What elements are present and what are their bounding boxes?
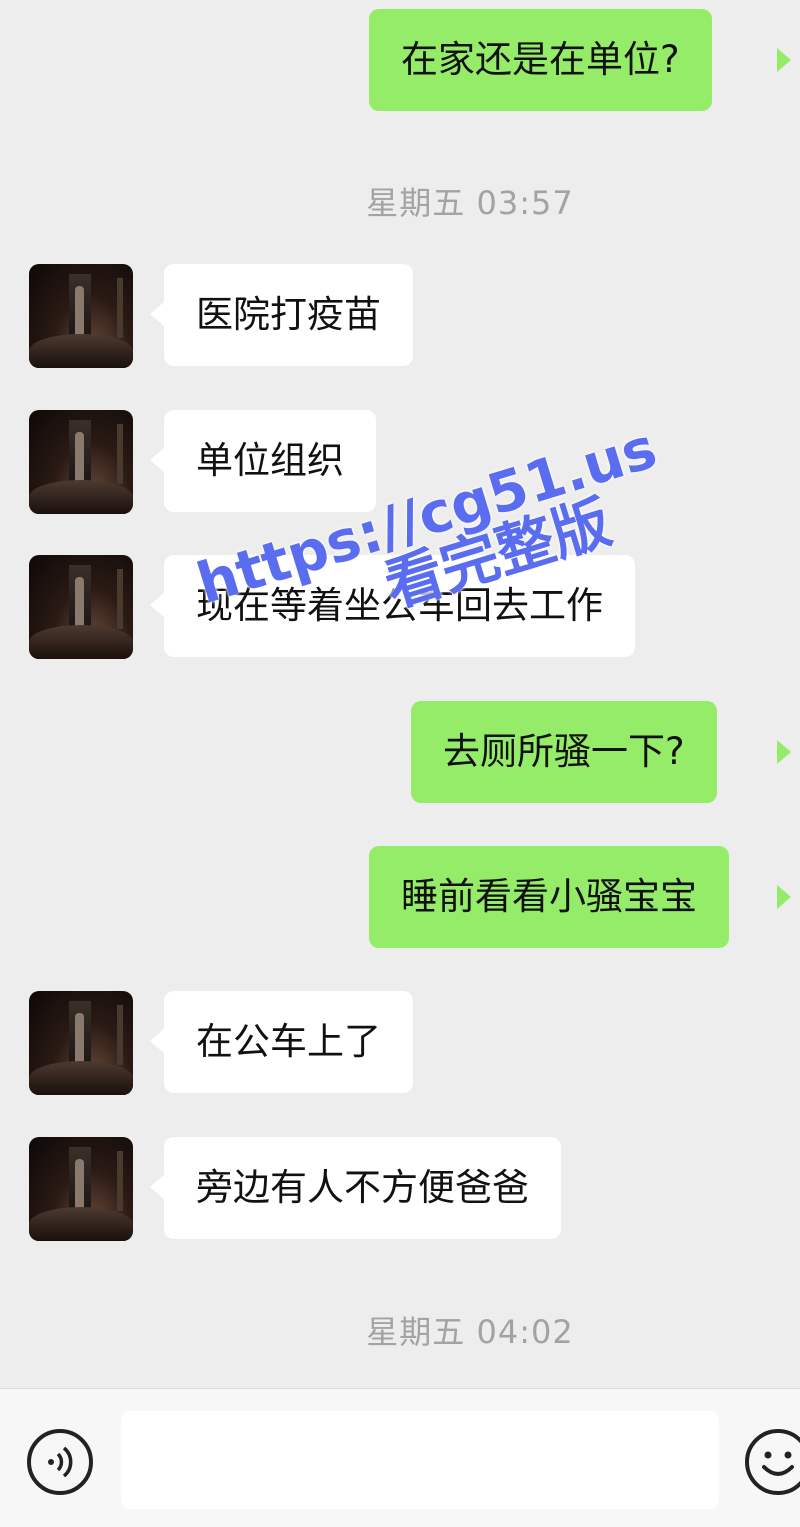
timestamp: 星期五 03:57 — [366, 184, 574, 222]
message-bubble-outgoing[interactable]: 在家还是在单位? — [369, 9, 712, 111]
message-bubble-outgoing[interactable]: 睡前看看小骚宝宝 — [369, 846, 729, 948]
message-bubble-incoming[interactable]: 在公车上了 — [164, 991, 413, 1093]
bubble-tail — [777, 48, 791, 72]
bubble-tail — [150, 448, 164, 472]
bubble-tail — [150, 302, 164, 326]
bubble-tail — [150, 593, 164, 617]
timestamp: 星期五 04:02 — [366, 1313, 574, 1351]
message-bubble-outgoing[interactable]: 去厕所骚一下? — [411, 701, 717, 803]
smiley-icon[interactable] — [745, 1429, 800, 1495]
bubble-tail — [150, 1029, 164, 1053]
smiley-glyph — [762, 1451, 794, 1476]
contact-avatar[interactable] — [29, 555, 133, 659]
contact-avatar[interactable] — [29, 410, 133, 514]
contact-avatar[interactable] — [29, 1137, 133, 1241]
bubble-tail — [150, 1175, 164, 1199]
contact-avatar[interactable] — [29, 264, 133, 368]
bubble-tail — [777, 885, 791, 909]
chat-screen: 在家还是在单位? 星期五 03:57 医院打疫苗 单位组织 现在等着坐公车回去工… — [0, 0, 800, 1527]
input-bar — [0, 1388, 800, 1527]
voice-wave-glyph — [48, 1446, 73, 1478]
bubble-tail — [777, 740, 791, 764]
contact-avatar[interactable] — [29, 991, 133, 1095]
message-bubble-incoming[interactable]: 医院打疫苗 — [164, 264, 413, 366]
message-bubble-incoming[interactable]: 旁边有人不方便爸爸 — [164, 1137, 561, 1239]
message-input[interactable] — [121, 1411, 719, 1509]
message-bubble-incoming[interactable]: 单位组织 — [164, 410, 376, 512]
voice-wave-icon[interactable] — [27, 1429, 93, 1495]
